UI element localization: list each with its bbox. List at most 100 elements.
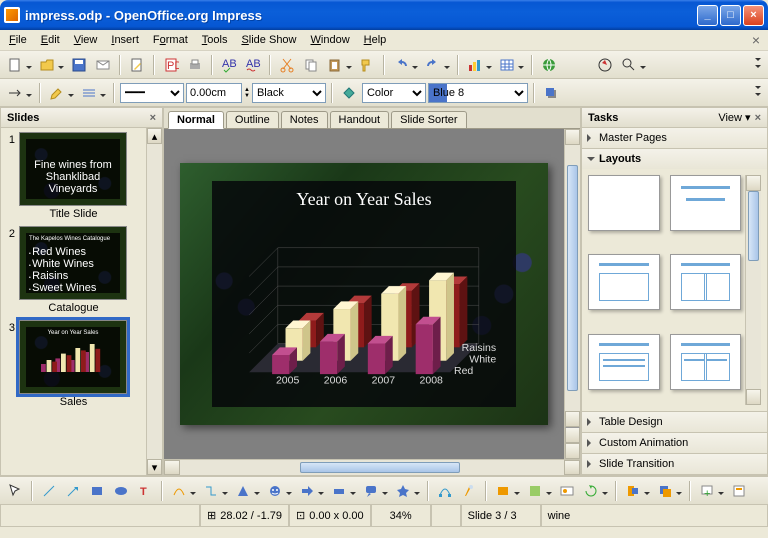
gluepoints-tool[interactable]	[458, 480, 480, 502]
slides-scroll[interactable]: ▴ ▾	[146, 128, 162, 475]
points-tool[interactable]	[434, 480, 456, 502]
prev-slide-button[interactable]	[565, 427, 580, 443]
line-style-select[interactable]: ━━━	[120, 83, 184, 103]
fontwork-tool[interactable]	[492, 480, 522, 502]
slide-entry[interactable]: 2 The Kapelos Wines Catalogue • Red Wine…	[5, 226, 142, 314]
tab-handout[interactable]: Handout	[330, 111, 390, 128]
toolbar2-overflow-button[interactable]	[752, 82, 764, 104]
spellcheck-button[interactable]: ABC	[218, 54, 240, 76]
slide-entry[interactable]: 1 Fine wines from Shanklibad Vineyards T…	[5, 132, 142, 220]
shadow-button[interactable]	[540, 82, 562, 104]
line-color-select[interactable]: Black	[252, 83, 326, 103]
save-button[interactable]	[68, 54, 90, 76]
curve-tool[interactable]	[168, 480, 198, 502]
flowchart-tool[interactable]	[328, 480, 358, 502]
new-button[interactable]	[4, 54, 34, 76]
layout-item[interactable]	[670, 175, 742, 231]
menu-help[interactable]: Help	[357, 32, 394, 48]
cut-button[interactable]	[276, 54, 298, 76]
maximize-button[interactable]: □	[720, 5, 741, 26]
line-tool[interactable]	[38, 480, 60, 502]
redo-button[interactable]	[422, 54, 452, 76]
slide-thumbnail[interactable]: Fine wines from Shanklibad Vineyards	[19, 132, 127, 206]
slide-thumbnail[interactable]: The Kapelos Wines Catalogue • Red Wines …	[19, 226, 127, 300]
insert-slide-tool[interactable]: +	[696, 480, 726, 502]
chart-button[interactable]	[464, 54, 494, 76]
fill-color-select[interactable]: Blue 8	[428, 83, 528, 103]
menu-format[interactable]: Format	[146, 32, 195, 48]
hyperlink-button[interactable]	[538, 54, 560, 76]
tasks-panel-close-button[interactable]: ×	[755, 112, 761, 124]
task-section-masterpages[interactable]: Master Pages	[582, 128, 767, 148]
slide-canvas[interactable]: Year on Year Sales	[180, 163, 548, 425]
slide-thumbnail-selected[interactable]: Year on Year Sales	[19, 320, 127, 394]
menu-window[interactable]: Window	[304, 32, 357, 48]
layout-item[interactable]	[670, 254, 742, 310]
gallery-tool[interactable]	[556, 480, 578, 502]
area-fill-button[interactable]	[338, 82, 360, 104]
navigator-button[interactable]	[594, 54, 616, 76]
block-arrows-tool[interactable]	[296, 480, 326, 502]
minimize-button[interactable]: _	[697, 5, 718, 26]
zoom-button[interactable]	[618, 54, 648, 76]
autospell-button[interactable]: ABC	[242, 54, 264, 76]
slide-entry[interactable]: 3 Year on Year Sales	[5, 320, 142, 408]
task-section-tabledesign[interactable]: Table Design	[582, 412, 767, 432]
arrow-style-button[interactable]	[4, 82, 34, 104]
task-section-slidetransition[interactable]: Slide Transition	[582, 454, 767, 474]
basic-shapes-tool[interactable]	[232, 480, 262, 502]
connector-tool[interactable]	[200, 480, 230, 502]
menu-view[interactable]: View	[67, 32, 105, 48]
rectangle-tool[interactable]	[86, 480, 108, 502]
menu-slideshow[interactable]: Slide Show	[234, 32, 303, 48]
edit-file-button[interactable]	[126, 54, 148, 76]
menu-insert[interactable]: Insert	[104, 32, 146, 48]
tab-notes[interactable]: Notes	[281, 111, 328, 128]
layout-item[interactable]	[588, 254, 660, 310]
slide-canvas-area[interactable]: Year on Year Sales	[164, 129, 564, 459]
next-slide-button[interactable]	[565, 443, 580, 459]
paste-button[interactable]	[324, 54, 354, 76]
tab-outline[interactable]: Outline	[226, 111, 279, 128]
fill-mode-select[interactable]: Color	[362, 83, 426, 103]
symbol-shapes-tool[interactable]	[264, 480, 294, 502]
layout-item[interactable]	[670, 334, 742, 390]
menu-edit[interactable]: Edit	[34, 32, 67, 48]
layout-item[interactable]	[588, 334, 660, 390]
alignment-tool[interactable]	[622, 480, 652, 502]
status-zoom[interactable]: 34%	[371, 505, 431, 527]
tab-normal[interactable]: Normal	[168, 111, 224, 129]
chart-object[interactable]: Year on Year Sales	[212, 181, 516, 407]
highlighter-button[interactable]	[46, 82, 76, 104]
table-button[interactable]	[496, 54, 526, 76]
layout-item[interactable]	[588, 175, 660, 231]
tasks-view-menu[interactable]: View ▾	[718, 111, 750, 124]
email-button[interactable]	[92, 54, 114, 76]
arrow-tool[interactable]	[62, 480, 84, 502]
export-pdf-button[interactable]: PDF	[160, 54, 182, 76]
callout-tool[interactable]	[360, 480, 390, 502]
slide-design-tool[interactable]	[728, 480, 750, 502]
toolbar-overflow-button[interactable]	[752, 54, 764, 76]
text-tool[interactable]: T	[134, 480, 156, 502]
rotation-tool[interactable]	[580, 480, 610, 502]
close-button[interactable]: ×	[743, 5, 764, 26]
menu-file[interactable]: File	[2, 32, 34, 48]
menu-tools[interactable]: Tools	[195, 32, 235, 48]
line-width-input[interactable]	[186, 83, 242, 103]
ellipse-tool[interactable]	[110, 480, 132, 502]
select-tool[interactable]	[4, 480, 26, 502]
line-style-button[interactable]	[78, 82, 108, 104]
task-section-customanimation[interactable]: Custom Animation	[582, 433, 767, 453]
stars-tool[interactable]	[392, 480, 422, 502]
document-close-button[interactable]: ×	[746, 32, 766, 48]
undo-button[interactable]	[390, 54, 420, 76]
copy-button[interactable]	[300, 54, 322, 76]
tab-slidesorter[interactable]: Slide Sorter	[391, 111, 466, 128]
canvas-hscroll[interactable]	[164, 459, 580, 475]
from-file-tool[interactable]	[524, 480, 554, 502]
layouts-scroll[interactable]	[745, 175, 761, 405]
task-section-layouts[interactable]: Layouts	[582, 149, 767, 169]
print-button[interactable]	[184, 54, 206, 76]
format-paintbrush-button[interactable]	[356, 54, 378, 76]
